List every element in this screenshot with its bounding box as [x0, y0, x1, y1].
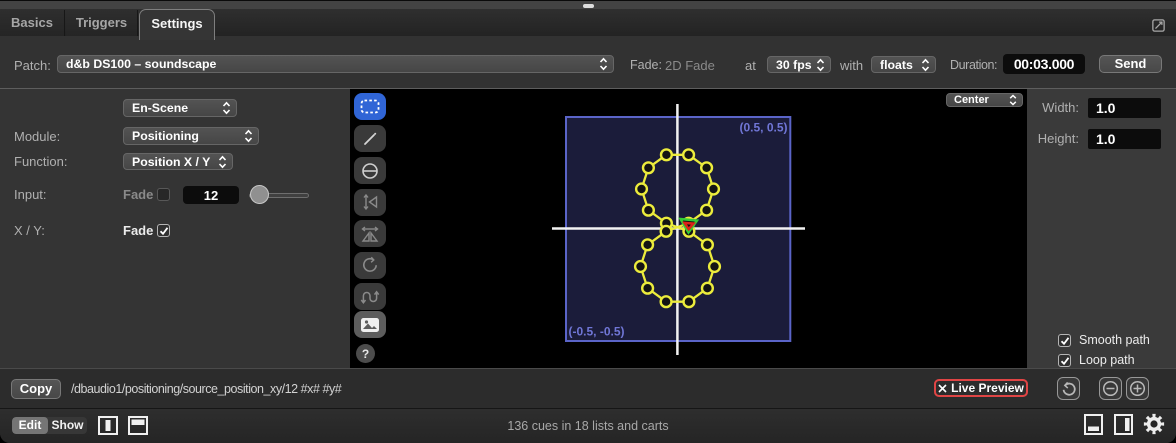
svg-text:(-0.5, -0.5): (-0.5, -0.5)	[569, 325, 625, 339]
svg-text:(0.5, 0.5): (0.5, 0.5)	[739, 121, 787, 135]
